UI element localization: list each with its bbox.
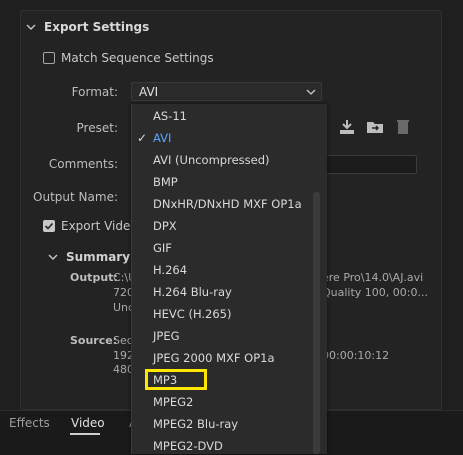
dropdown-option[interactable]: MPEG2: [153, 395, 193, 409]
format-value: AVI: [139, 84, 159, 99]
tab-video[interactable]: Video: [71, 416, 105, 430]
format-label: Format:: [71, 85, 118, 99]
match-sequence-label: Match Sequence Settings: [61, 51, 214, 65]
summary-title: Summary: [66, 250, 131, 264]
summary-output-right: ere Pro\14.0\AJ.avi: [322, 271, 424, 284]
active-tab-indicator: [70, 433, 100, 435]
dropdown-option[interactable]: JPEG: [153, 329, 180, 343]
match-sequence-checkbox[interactable]: [43, 52, 55, 64]
output-name-label: Output Name:: [33, 190, 118, 204]
tab-effects[interactable]: Effects: [9, 416, 50, 430]
mp3-highlight-box: [145, 369, 207, 390]
checkmark-icon: ✓: [137, 131, 148, 145]
export-video-label: Export Video: [61, 219, 138, 233]
dropdown-scrollbar-thumb[interactable]: [313, 192, 320, 454]
chevron-down-icon: [306, 89, 316, 95]
folder-preset-icon[interactable]: [366, 118, 384, 136]
summary-header[interactable]: Summary: [48, 250, 130, 264]
summary-output-right: Quality 100, 00:0...: [322, 286, 428, 299]
comments-label: Comments:: [48, 157, 118, 171]
preset-label: Preset:: [76, 121, 118, 135]
import-preset-icon[interactable]: [338, 118, 356, 136]
trash-icon[interactable]: [394, 118, 412, 136]
dropdown-option[interactable]: H.264: [153, 263, 187, 277]
export-settings-title: Export Settings: [44, 20, 150, 34]
chevron-down-icon: [48, 254, 58, 260]
dropdown-option[interactable]: GIF: [153, 241, 172, 255]
summary-source-label: Source:: [70, 334, 118, 347]
dropdown-option[interactable]: MPEG2 Blu-ray: [153, 417, 238, 431]
dropdown-option[interactable]: AVI: [153, 131, 171, 145]
dropdown-option[interactable]: MPEG2-DVD: [153, 439, 223, 453]
export-video-row[interactable]: Export Video: [43, 219, 138, 233]
dropdown-option[interactable]: DPX: [153, 219, 177, 233]
comments-input[interactable]: [322, 155, 417, 174]
dropdown-option[interactable]: AS-11: [153, 109, 187, 123]
summary-output-label: Output:: [70, 271, 118, 284]
export-settings-header[interactable]: Export Settings: [26, 20, 149, 34]
summary-source-right: 00:00:10:12: [322, 349, 390, 362]
format-options: AS-11 AVI ✓ AVI (Uncompressed) BMP DNxHR/DNxH…: [131, 104, 311, 454]
dropdown-option[interactable]: JPEG 2000 MXF OP1a: [153, 351, 275, 365]
match-sequence-row[interactable]: Match Sequence Settings: [43, 51, 214, 65]
dropdown-option[interactable]: DNxHR/DNxHD MXF OP1a: [153, 197, 302, 211]
export-video-checkbox[interactable]: [43, 220, 55, 232]
dropdown-option[interactable]: AVI (Uncompressed): [153, 153, 270, 167]
dropdown-option[interactable]: H.264 Blu-ray: [153, 285, 232, 299]
format-select[interactable]: AVI: [131, 82, 322, 101]
preset-actions: [338, 118, 412, 136]
checkmark-icon: [44, 222, 54, 230]
dropdown-option[interactable]: BMP: [153, 175, 178, 189]
chevron-down-icon: [26, 24, 36, 30]
dropdown-option[interactable]: HEVC (H.265): [153, 307, 232, 321]
